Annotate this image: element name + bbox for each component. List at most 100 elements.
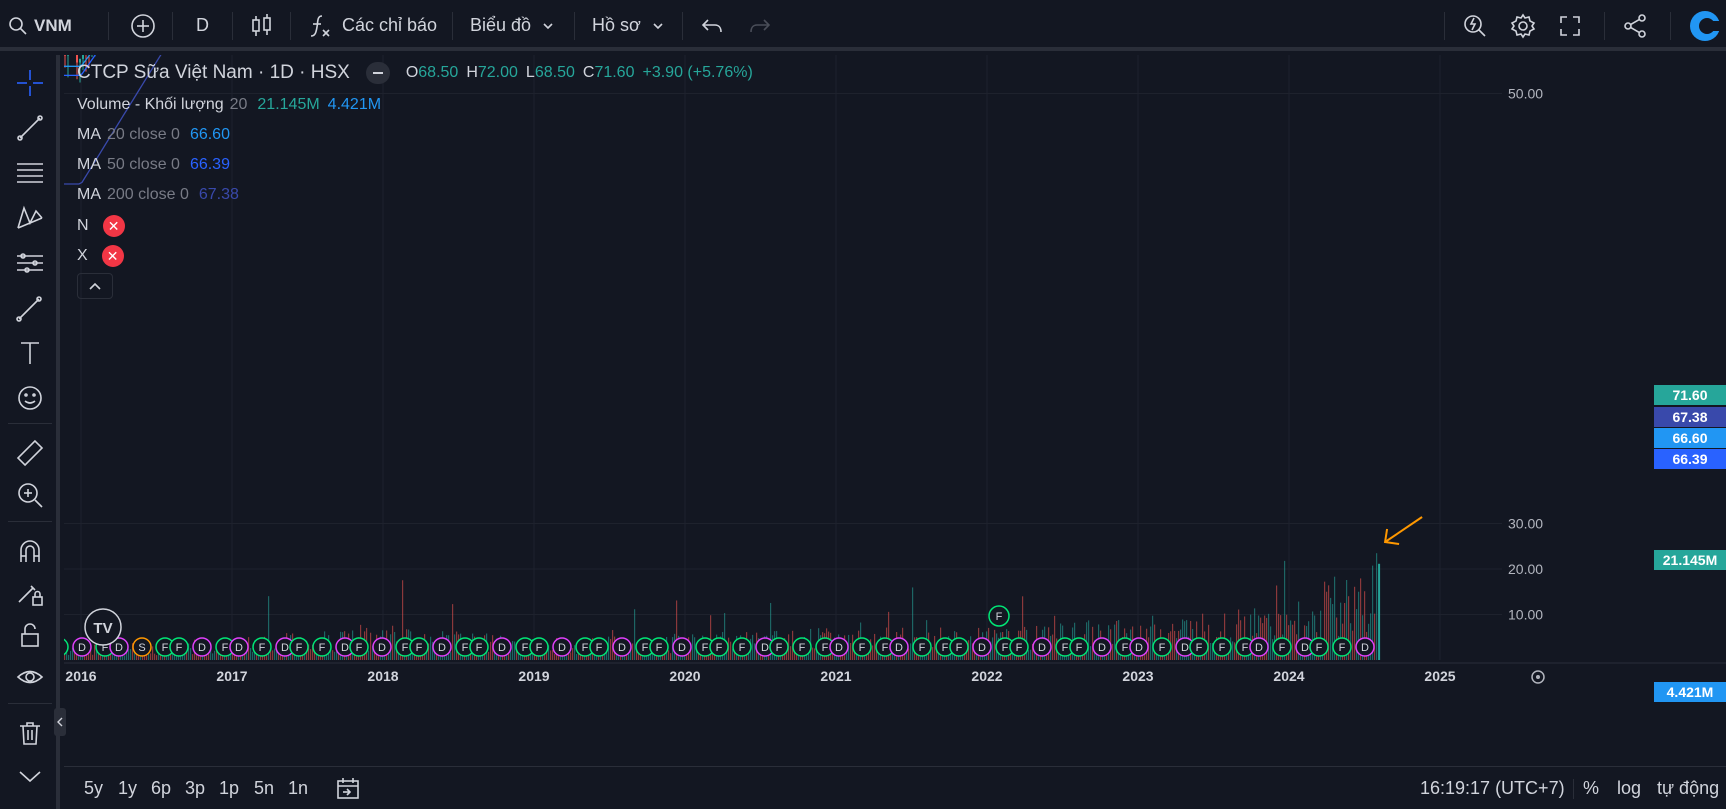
volume-bar [1330, 597, 1332, 660]
volume-bar [512, 641, 514, 660]
crosshair-tool[interactable] [12, 65, 48, 101]
volume-bar [934, 635, 936, 660]
lock-drawing-tool[interactable] [12, 575, 48, 611]
volume-bar [94, 644, 96, 660]
more-tools-button[interactable] [12, 767, 48, 787]
event-marker-label: F [582, 642, 589, 654]
event-marker-label: F [416, 642, 423, 654]
ohlc-high: H72.00 [466, 64, 518, 81]
volume-bar-latest [1378, 563, 1381, 660]
quick-search-button[interactable] [1462, 0, 1488, 51]
magnet-tool[interactable] [12, 533, 48, 569]
volume-bar [156, 655, 158, 660]
symbol-search[interactable]: VNM [8, 0, 72, 51]
event-marker-label: D [618, 642, 626, 654]
auto-scale-toggle[interactable]: tự động [1657, 767, 1719, 809]
zoom-tool[interactable] [12, 477, 48, 513]
compare-button[interactable] [130, 0, 156, 51]
lock-tool[interactable] [12, 617, 48, 653]
legend-title[interactable]: CTCP Sữa Việt Nam · 1D · HSX [77, 62, 350, 84]
chart-canvas[interactable]: 130.00120.00110.00100.0090.0080.0070.006… [64, 55, 1726, 756]
n-error-icon[interactable]: ✕ [102, 215, 125, 237]
volume-bar [790, 646, 792, 660]
time-tick-label: 2022 [971, 668, 1002, 684]
eye-icon [16, 670, 44, 684]
percent-toggle[interactable]: % [1583, 767, 1599, 809]
chart-type-button[interactable] [250, 0, 274, 51]
divider [1444, 12, 1445, 40]
interval-button[interactable]: D [196, 0, 209, 51]
legend-ma50-row[interactable]: MA 50 close 0 66.39 [77, 156, 230, 174]
indicators-button[interactable]: Các chỉ báo [308, 0, 437, 51]
event-marker-label: F [1122, 642, 1129, 654]
delete-tool[interactable] [12, 715, 48, 751]
event-marker-label: F [799, 642, 806, 654]
volume-bar [1210, 642, 1212, 660]
profile-menu-button[interactable]: Hồ sơ [592, 0, 665, 51]
volume-bar [70, 650, 72, 660]
legend-main-row: CTCP Sữa Việt Nam · 1D · HSX O68.50 H72.… [77, 62, 753, 84]
timezone-clock[interactable]: 16:19:17 (UTC+7) [1420, 767, 1565, 809]
range-3p[interactable]: 3p [185, 767, 205, 809]
volume-bar [812, 647, 814, 660]
bottom-toolbar: 5y 1y 6p 3p 1p 5n 1n 16:19:17 (UTC+7) % … [64, 766, 1726, 809]
legend-ma20-row[interactable]: MA 20 close 0 66.60 [77, 126, 230, 144]
collapse-legend-button[interactable] [77, 273, 113, 299]
volume-bar [92, 654, 94, 660]
volume-bar [74, 653, 76, 660]
range-1n[interactable]: 1n [288, 767, 308, 809]
volume-param: 20 [229, 96, 248, 113]
volume-bar [554, 653, 556, 660]
volume-bar [1030, 649, 1032, 660]
event-marker-label: F [996, 611, 1003, 623]
share-button[interactable] [1622, 0, 1648, 51]
ma50-param: 50 close 0 [107, 156, 180, 173]
horizontal-lines-tool[interactable] [12, 155, 48, 191]
share-icon [1624, 13, 1646, 38]
goto-date-button[interactable] [335, 767, 361, 809]
trendline-tool[interactable] [12, 110, 48, 146]
log-toggle[interactable]: log [1617, 767, 1641, 809]
legend-x-row[interactable]: X ✕ [77, 245, 124, 267]
time-tick-label: 2021 [820, 668, 851, 684]
x-label: X [77, 247, 88, 264]
pattern-tool[interactable] [12, 200, 48, 236]
legend-ma200-row[interactable]: MA 200 close 0 67.38 [77, 186, 239, 204]
range-5y[interactable]: 5y [84, 767, 103, 809]
redo-button[interactable] [748, 0, 772, 51]
prediction-tool[interactable] [12, 245, 48, 281]
brush-tool[interactable] [12, 290, 48, 326]
panel-collapse-tab[interactable] [54, 708, 66, 736]
hide-series-button[interactable] [365, 62, 390, 84]
chart-area[interactable]: 130.00120.00110.00100.0090.0080.0070.006… [64, 55, 1726, 756]
divider [172, 12, 173, 40]
emoji-tool[interactable] [12, 380, 48, 416]
chart-menu-button[interactable]: Biểu đồ [470, 0, 555, 51]
measure-tool[interactable] [12, 435, 48, 471]
range-1p[interactable]: 1p [219, 767, 239, 809]
event-marker-label: D [1135, 642, 1143, 654]
volume-bar [1376, 553, 1378, 660]
event-marker-label: D [341, 642, 349, 654]
range-6p[interactable]: 6p [151, 767, 171, 809]
settings-button[interactable] [1510, 0, 1536, 51]
divider [290, 12, 291, 40]
fullscreen-button[interactable] [1558, 0, 1582, 51]
volume-bar [1268, 613, 1270, 660]
price-tick-label: 50.00 [1508, 86, 1543, 102]
minus-icon [372, 72, 383, 74]
ohlc-low: L68.50 [525, 64, 575, 81]
range-1y[interactable]: 1y [118, 767, 137, 809]
volume-bar [510, 651, 512, 660]
legend-volume-row[interactable]: Volume - Khối lượng 20 21.145M 4.421M [77, 96, 381, 114]
divider [452, 12, 453, 40]
volume-bar [1054, 615, 1056, 660]
event-marker-label: F [1279, 642, 1286, 654]
x-error-icon[interactable]: ✕ [101, 245, 124, 267]
visibility-tool[interactable] [12, 659, 48, 695]
chart-menu-label: Biểu đồ [470, 15, 532, 35]
undo-button[interactable] [700, 0, 724, 51]
range-5n[interactable]: 5n [254, 767, 274, 809]
text-tool[interactable] [12, 335, 48, 371]
legend-n-row[interactable]: N ✕ [77, 215, 125, 237]
